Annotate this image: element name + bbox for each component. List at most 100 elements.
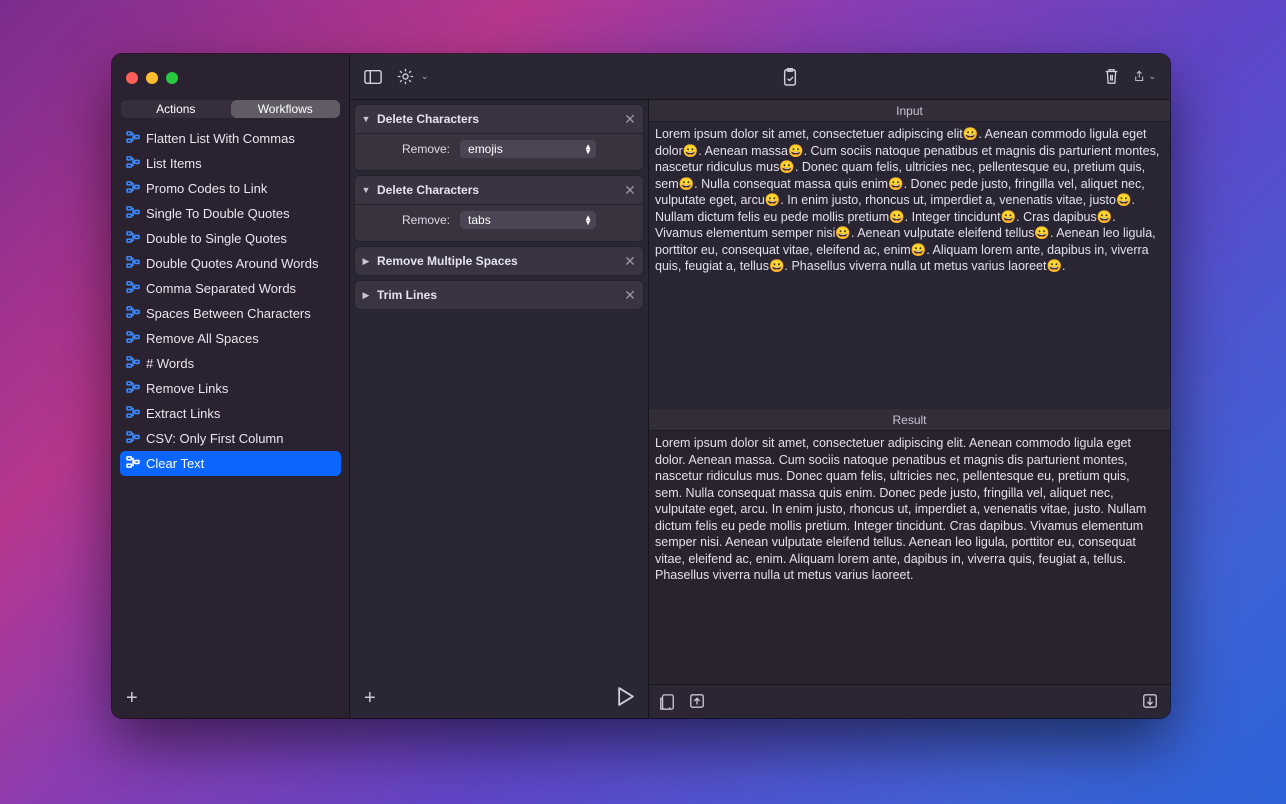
sidebar: Actions Workflows Flatten List With Comm… <box>112 54 350 718</box>
workflow-item[interactable]: Extract Links <box>120 401 341 426</box>
workflow-icon <box>126 381 140 396</box>
actions-column: ▼ Delete Characters ✕ Remove:emojis▲▼ ▼ Delet… <box>350 100 649 718</box>
toggle-sidebar-button[interactable] <box>360 64 386 90</box>
workflow-item-label: Spaces Between Characters <box>146 306 311 321</box>
add-workflow-button[interactable]: + <box>126 687 138 710</box>
workflow-item-label: # Words <box>146 356 194 371</box>
disclosure-open-icon[interactable]: ▼ <box>361 185 371 195</box>
workflow-item[interactable]: Clear Text <box>120 451 341 476</box>
remove-select[interactable]: tabs ▲▼ <box>460 211 596 229</box>
workflow-icon <box>126 306 140 321</box>
sidebar-footer: + <box>112 678 349 718</box>
workflow-icon <box>126 256 140 271</box>
workflow-item[interactable]: List Items <box>120 151 341 176</box>
workflow-item-label: Single To Double Quotes <box>146 206 290 221</box>
workflow-icon <box>126 356 140 371</box>
zoom-window-button[interactable] <box>166 72 178 84</box>
main-area: ⌄ ⌄ ▼Delete Characters✕Remove:emojis▲▼▼D… <box>350 54 1170 718</box>
input-text[interactable]: Lorem ipsum dolor sit amet, consectetuer… <box>649 122 1170 409</box>
workflow-item-label: Extract Links <box>146 406 220 421</box>
remove-action-button[interactable]: ✕ <box>623 253 637 270</box>
settings-menu-chevron[interactable]: ⌄ <box>421 71 429 82</box>
delete-button[interactable] <box>1098 64 1124 90</box>
sidebar-tabs: Actions Workflows <box>112 100 349 126</box>
action-title: Delete Characters <box>377 112 617 126</box>
action-header[interactable]: ▼ Delete Characters ✕ <box>355 176 643 204</box>
workflow-item[interactable]: Double to Single Quotes <box>120 226 341 251</box>
remove-action-button[interactable]: ✕ <box>623 182 637 199</box>
action-card: ▼Delete Characters✕Remove:tabs▲▼ <box>354 175 644 242</box>
close-window-button[interactable] <box>126 72 138 84</box>
workflow-item[interactable]: Double Quotes Around Words <box>120 251 341 276</box>
action-header[interactable]: ▶Remove Multiple Spaces✕ <box>355 247 643 275</box>
io-column: Input Lorem ipsum dolor sit amet, consec… <box>649 100 1170 718</box>
copy-result-button[interactable] <box>659 693 677 711</box>
actions-footer: + <box>354 678 644 718</box>
add-action-button[interactable]: + <box>364 687 376 710</box>
workflow-icon <box>126 206 140 221</box>
workflow-item[interactable]: Comma Separated Words <box>120 276 341 301</box>
workflow-icon <box>126 156 140 171</box>
workflow-item[interactable]: Flatten List With Commas <box>120 126 341 151</box>
select-value: emojis <box>468 142 503 156</box>
toolbar: ⌄ ⌄ <box>350 54 1170 100</box>
workflow-item[interactable]: Remove All Spaces <box>120 326 341 351</box>
select-value: tabs <box>468 213 491 227</box>
workflow-item[interactable]: # Words <box>120 351 341 376</box>
action-title: Trim Lines <box>377 288 617 302</box>
remove-action-button[interactable]: ✕ <box>623 111 637 128</box>
workflow-item[interactable]: Promo Codes to Link <box>120 176 341 201</box>
result-block: Result Lorem ipsum dolor sit amet, conse… <box>649 409 1170 718</box>
input-block: Input Lorem ipsum dolor sit amet, consec… <box>649 100 1170 409</box>
tab-workflows[interactable]: Workflows <box>231 100 341 118</box>
workflow-icon <box>126 181 140 196</box>
clipboard-button[interactable] <box>777 64 803 90</box>
action-card: ▼ Delete Characters ✕ Remove:emojis▲▼ <box>354 104 644 171</box>
remove-select[interactable]: emojis▲▼ <box>460 140 596 158</box>
action-title: Delete Characters <box>377 183 617 197</box>
workflow-icon <box>126 281 140 296</box>
workflow-icon <box>126 331 140 346</box>
minimize-window-button[interactable] <box>146 72 158 84</box>
workflow-item-label: Double Quotes Around Words <box>146 256 318 271</box>
run-workflow-button[interactable] <box>617 687 634 709</box>
content-area: ▼ Delete Characters ✕ Remove:emojis▲▼ ▼ Delet… <box>350 100 1170 718</box>
window-controls <box>112 54 349 100</box>
app-window: Actions Workflows Flatten List With Comm… <box>112 54 1170 718</box>
action-body: Remove:emojis▲▼ <box>355 133 643 170</box>
workflow-icon <box>126 231 140 246</box>
action-header[interactable]: ▼ Delete Characters ✕ <box>355 105 643 133</box>
disclosure-closed-icon[interactable]: ▶ <box>361 256 371 267</box>
workflow-item[interactable]: CSV: Only First Column <box>120 426 341 451</box>
share-button[interactable]: ⌄ <box>1134 64 1160 90</box>
select-arrows-icon: ▲▼ <box>584 215 592 225</box>
workflow-item-label: Clear Text <box>146 456 204 471</box>
replace-input-button[interactable] <box>689 693 707 711</box>
remove-action-button[interactable]: ✕ <box>623 287 637 304</box>
workflow-item-label: Remove Links <box>146 381 228 396</box>
workflow-item-label: CSV: Only First Column <box>146 431 284 446</box>
workflow-icon <box>126 431 140 446</box>
settings-button[interactable] <box>392 64 418 90</box>
workflow-item[interactable]: Single To Double Quotes <box>120 201 341 226</box>
workflow-item[interactable]: Spaces Between Characters <box>120 301 341 326</box>
action-card: ▶ Trim Lines ✕ <box>354 280 644 310</box>
workflow-item-label: Comma Separated Words <box>146 281 296 296</box>
workflow-icon <box>126 131 140 146</box>
action-header[interactable]: ▶ Trim Lines ✕ <box>355 281 643 309</box>
workflow-item[interactable]: Remove Links <box>120 376 341 401</box>
workflow-item-label: List Items <box>146 156 202 171</box>
workflow-icon <box>126 406 140 421</box>
result-text[interactable]: Lorem ipsum dolor sit amet, consectetuer… <box>649 431 1170 684</box>
workflow-item-label: Promo Codes to Link <box>146 181 267 196</box>
action-body: Remove:tabs▲▼ <box>355 204 643 241</box>
tab-actions[interactable]: Actions <box>121 100 231 118</box>
workflow-item-label: Double to Single Quotes <box>146 231 287 246</box>
workflow-item-label: Flatten List With Commas <box>146 131 295 146</box>
workflow-item-label: Remove All Spaces <box>146 331 259 346</box>
action-card: ▶Remove Multiple Spaces✕ <box>354 246 644 276</box>
disclosure-closed-icon[interactable]: ▶ <box>361 290 371 301</box>
disclosure-open-icon[interactable]: ▼ <box>361 114 371 124</box>
result-footer <box>649 684 1170 718</box>
export-result-button[interactable] <box>1142 693 1160 711</box>
